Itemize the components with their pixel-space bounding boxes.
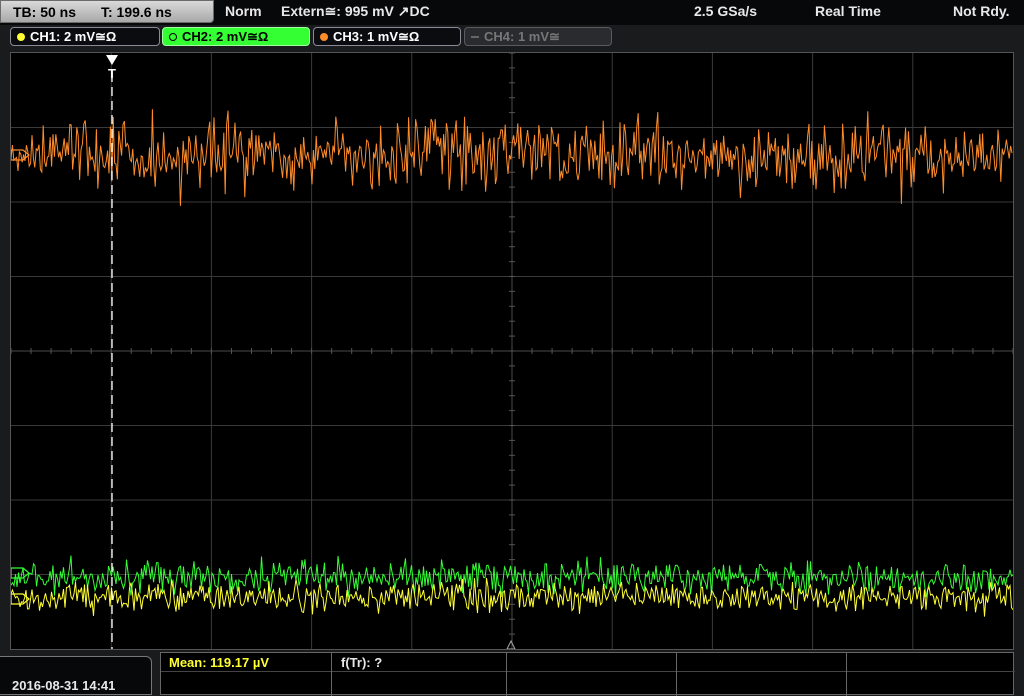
trigger-position-arrow-icon[interactable]: [106, 55, 118, 65]
timebase-readout: TB: 50 ns: [13, 4, 77, 20]
channel-3-button[interactable]: CH3: 1 mV≅Ω: [313, 27, 461, 46]
channel-4-label: CH4: 1 mV≅: [484, 29, 560, 44]
channel-bar: CH1: 2 mV≅Ω CH2: 2 mV≅Ω CH3: 1 mV≅Ω CH4:…: [0, 25, 1024, 49]
channel-2-label: CH2: 2 mV≅Ω: [182, 29, 269, 44]
measurement-divider: [506, 653, 507, 696]
bottom-bar: 2016-08-31 14:41 Mean: 119.17 µV f(Tr): …: [0, 652, 1024, 696]
mean-measurement: Mean: 119.17 µV: [169, 655, 269, 670]
trigger-level-marker-icon: [506, 639, 516, 649]
datetime-panel: 2016-08-31 14:41: [0, 656, 152, 695]
measurement-divider: [676, 653, 677, 696]
channel-3-label: CH3: 1 mV≅Ω: [333, 29, 420, 44]
trigger-marker-label: T: [108, 66, 116, 81]
channel-1-button[interactable]: CH1: 2 mV≅Ω: [10, 27, 160, 46]
channel-3-dot-icon: [320, 33, 328, 41]
trigger-status: Not Rdy.: [953, 3, 1010, 19]
measurement-divider: [331, 653, 332, 696]
channel-1-dot-icon: [17, 33, 25, 41]
measurement-divider: [846, 653, 847, 696]
channel-2-dot-icon: [169, 33, 177, 41]
channel-2-button[interactable]: CH2: 2 mV≅Ω: [162, 27, 310, 46]
status-bar: TB: 50 ns T: 199.6 ns Norm Extern≅: 995 …: [0, 0, 1024, 25]
channel-4-dash-icon: [471, 36, 479, 38]
waveform-display[interactable]: T: [10, 52, 1014, 650]
trigger-source[interactable]: Extern≅: 995 mV ↗DC: [281, 3, 430, 20]
channel-1-label: CH1: 2 mV≅Ω: [30, 29, 117, 44]
channel-4-button[interactable]: CH4: 1 mV≅: [464, 27, 612, 46]
channel-2-offset-marker-icon[interactable]: [11, 567, 30, 579]
frequency-measurement: f(Tr): ?: [341, 655, 383, 670]
measurement-panel[interactable]: Mean: 119.17 µV f(Tr): ?: [160, 652, 1015, 696]
measurement-divider-horizontal: [161, 671, 1015, 672]
waveform-svg: T: [11, 53, 1013, 649]
trigger-time-readout: T: 199.6 ns: [101, 4, 172, 20]
sample-rate: 2.5 GSa/s: [694, 3, 758, 19]
trigger-mode[interactable]: Norm: [225, 3, 262, 19]
timebase-panel[interactable]: TB: 50 ns T: 199.6 ns: [0, 0, 214, 23]
datetime-readout: 2016-08-31 14:41: [12, 678, 116, 693]
acquisition-mode: Real Time: [815, 3, 881, 19]
